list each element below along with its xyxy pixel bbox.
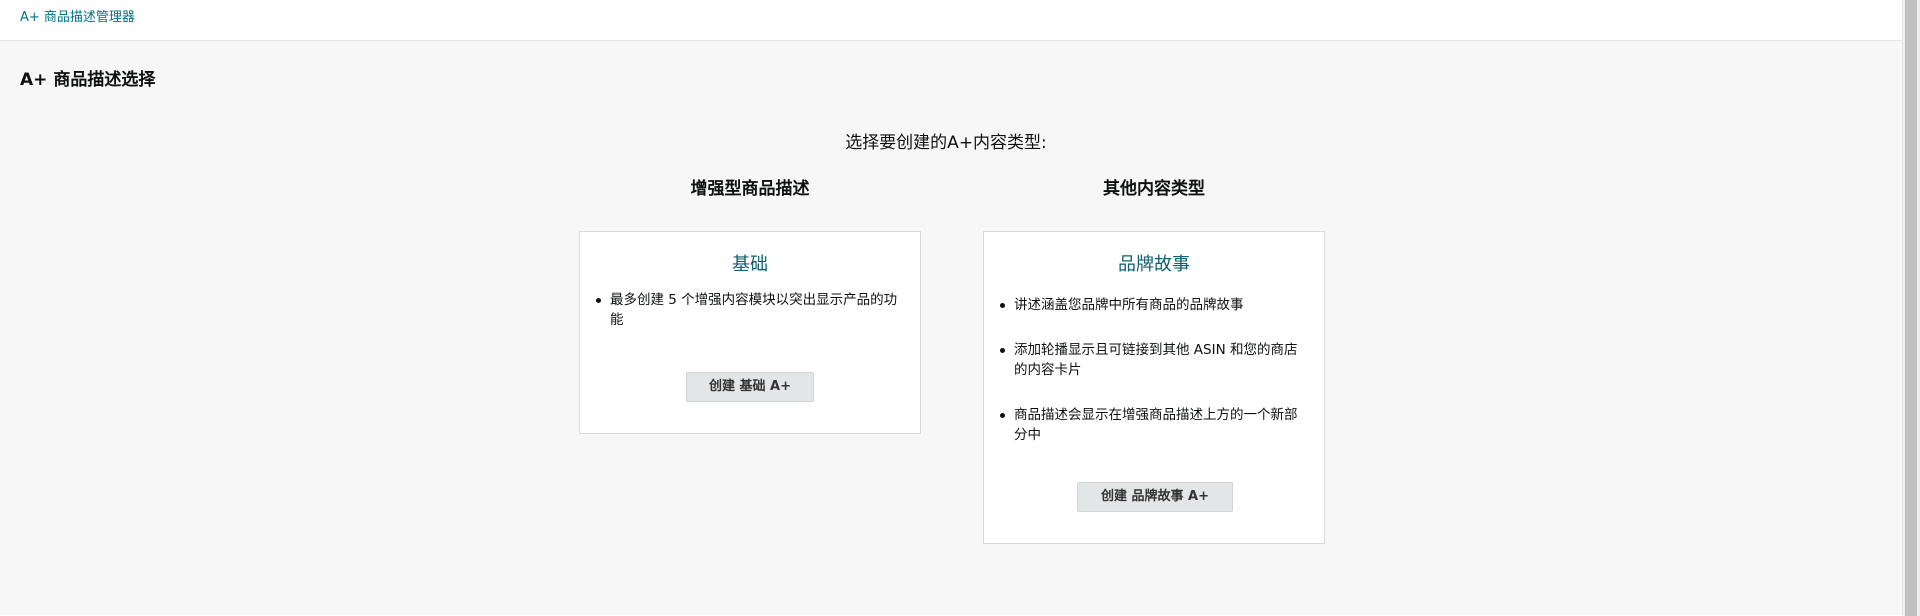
brand-story-card-bullets: 讲述涵盖您品牌中所有商品的品牌故事 添加轮播显示且可链接到其他 ASIN 和您的… [1000,295,1304,470]
basic-card-bullets: 最多创建 5 个增强内容模块以突出显示产品的功能 [596,290,900,330]
other-content-types-heading: 其他内容类型 [1103,179,1205,199]
brand-story-card-title: 品牌故事 [1118,254,1190,275]
scrollbar-thumb[interactable] [1905,0,1917,616]
list-item: 添加轮播显示且可链接到其他 ASIN 和您的商店的内容卡片 [1000,340,1304,380]
basic-card-title: 基础 [732,254,768,275]
breadcrumb-bar: A+ 商品描述管理器 [0,0,1902,41]
basic-card: 基础 最多创建 5 个增强内容模块以突出显示产品的功能 创建 基础 A+ [579,231,921,434]
breadcrumb-link-aplus-manager[interactable]: A+ 商品描述管理器 [20,6,135,25]
main-content: A+ 商品描述选择 选择要创建的A+内容类型: 增强型商品描述 其他内容类型 基… [0,41,1902,615]
list-item: 讲述涵盖您品牌中所有商品的品牌故事 [1000,295,1304,315]
enhanced-description-heading: 增强型商品描述 [690,179,810,199]
content-type-prompt: 选择要创建的A+内容类型: [845,133,1047,153]
create-basic-aplus-button[interactable]: 创建 基础 A+ [686,372,814,402]
brand-story-card: 品牌故事 讲述涵盖您品牌中所有商品的品牌故事 添加轮播显示且可链接到其他 ASI… [983,231,1325,544]
page-title: A+ 商品描述选择 [20,70,156,90]
create-brand-story-aplus-button[interactable]: 创建 品牌故事 A+ [1077,482,1233,512]
list-item: 最多创建 5 个增强内容模块以突出显示产品的功能 [596,290,900,330]
page: A+ 商品描述管理器 A+ 商品描述选择 选择要创建的A+内容类型: 增强型商品… [0,0,1920,616]
list-item: 商品描述会显示在增强商品描述上方的一个新部分中 [1000,405,1304,445]
